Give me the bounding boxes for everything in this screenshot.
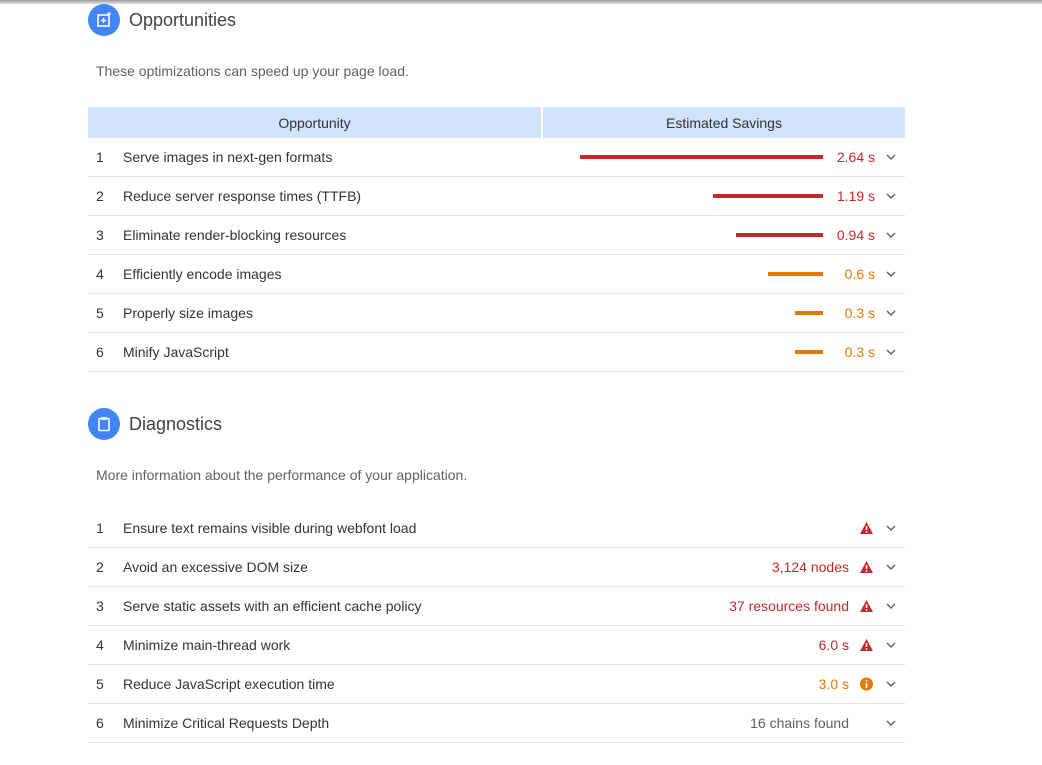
chevron-down-icon[interactable] <box>885 600 897 612</box>
opportunity-row[interactable]: 2 Reduce server response times (TTFB) 1.19… <box>88 177 905 216</box>
row-number: 1 <box>96 520 104 536</box>
opportunities-description: These optimizations can speed up your pa… <box>96 63 409 79</box>
opportunities-table-header: Opportunity Estimated Savings <box>88 107 905 138</box>
opportunities-list: 1 Serve images in next-gen formats 2.64 s2… <box>88 138 905 372</box>
chevron-down-icon[interactable] <box>885 561 897 573</box>
chevron-down-icon[interactable] <box>885 678 897 690</box>
chevron-down-icon[interactable] <box>885 229 897 241</box>
savings-value: 0.6 s <box>844 266 875 282</box>
opportunity-row[interactable]: 1 Serve images in next-gen formats 2.64 s <box>88 138 905 177</box>
opportunity-label: Properly size images <box>123 305 253 321</box>
row-number: 3 <box>96 227 104 243</box>
opportunities-title: Opportunities <box>129 9 237 30</box>
savings-bar <box>580 155 823 159</box>
chevron-down-icon[interactable] <box>885 307 897 319</box>
column-opportunity: Opportunity <box>88 107 541 138</box>
clipboard-icon <box>88 408 120 440</box>
chevron-down-icon[interactable] <box>885 639 897 651</box>
diagnostic-value: 3,124 nodes <box>771 559 849 575</box>
savings-bar <box>795 311 823 315</box>
savings-value: 2.64 s <box>836 149 875 165</box>
diagnostic-value: 37 resources found <box>729 598 849 614</box>
savings-bar <box>795 350 823 354</box>
chevron-down-icon[interactable] <box>885 151 897 163</box>
diagnostics-list: 1 Ensure text remains visible during webf… <box>88 509 905 743</box>
warning-icon <box>860 522 873 534</box>
diagnostic-value: 3.0 s <box>818 676 849 692</box>
diagnostic-row[interactable]: 5 Reduce JavaScript execution time 3.0 s <box>88 665 905 704</box>
chevron-down-icon[interactable] <box>885 717 897 729</box>
info-icon <box>860 677 873 691</box>
diagnostics-header: Diagnostics <box>88 408 222 440</box>
savings-value: 0.3 s <box>844 344 875 360</box>
warning-icon <box>860 561 873 573</box>
row-number: 6 <box>96 344 104 360</box>
diagnostic-row[interactable]: 2 Avoid an excessive DOM size 3,124 nodes <box>88 548 905 587</box>
savings-bar <box>736 233 823 237</box>
chevron-down-icon[interactable] <box>885 268 897 280</box>
diagnostic-label: Minimize main-thread work <box>123 637 291 653</box>
opportunity-row[interactable]: 3 Eliminate render-blocking resources 0.94… <box>88 216 905 255</box>
opportunity-row[interactable]: 5 Properly size images 0.3 s <box>88 294 905 333</box>
opportunity-label: Minify JavaScript <box>123 344 229 360</box>
chevron-down-icon[interactable] <box>885 190 897 202</box>
warning-icon <box>860 639 873 651</box>
diagnostic-label: Reduce JavaScript execution time <box>123 676 335 692</box>
row-number: 5 <box>96 676 104 692</box>
savings-value: 1.19 s <box>836 188 875 204</box>
savings-value: 0.3 s <box>844 305 875 321</box>
row-number: 5 <box>96 305 104 321</box>
savings-value: 0.94 s <box>836 227 875 243</box>
diagnostics-description: More information about the performance o… <box>96 467 468 483</box>
row-number: 1 <box>96 149 104 165</box>
diagnostic-row[interactable]: 1 Ensure text remains visible during webf… <box>88 509 905 548</box>
row-number: 3 <box>96 598 104 614</box>
opportunities-icon <box>88 4 120 36</box>
chevron-down-icon[interactable] <box>885 346 897 358</box>
warning-icon <box>860 600 873 612</box>
row-number: 2 <box>96 559 104 575</box>
row-number: 4 <box>96 266 104 282</box>
diagnostics-title: Diagnostics <box>129 413 223 434</box>
diagnostic-row[interactable]: 3 Serve static assets with an efficient c… <box>88 587 905 626</box>
savings-bar <box>713 194 823 198</box>
row-number: 4 <box>96 637 104 653</box>
row-number: 2 <box>96 188 104 204</box>
column-estimated-savings: Estimated Savings <box>543 107 905 138</box>
opportunities-header: Opportunities <box>88 4 236 36</box>
diagnostic-label: Ensure text remains visible during webfo… <box>123 520 417 536</box>
opportunity-row[interactable]: 6 Minify JavaScript 0.3 s <box>88 333 905 372</box>
opportunity-row[interactable]: 4 Efficiently encode images 0.6 s <box>88 255 905 294</box>
diagnostic-row[interactable]: 4 Minimize main-thread work 6.0 s <box>88 626 905 665</box>
diagnostic-value: 16 chains found <box>750 715 849 731</box>
diagnostic-row[interactable]: 6 Minimize Critical Requests Depth 16 chai… <box>88 704 905 743</box>
row-number: 6 <box>96 715 104 731</box>
diagnostic-value: 6.0 s <box>818 637 849 653</box>
savings-bar <box>767 272 823 276</box>
chevron-down-icon[interactable] <box>885 522 897 534</box>
